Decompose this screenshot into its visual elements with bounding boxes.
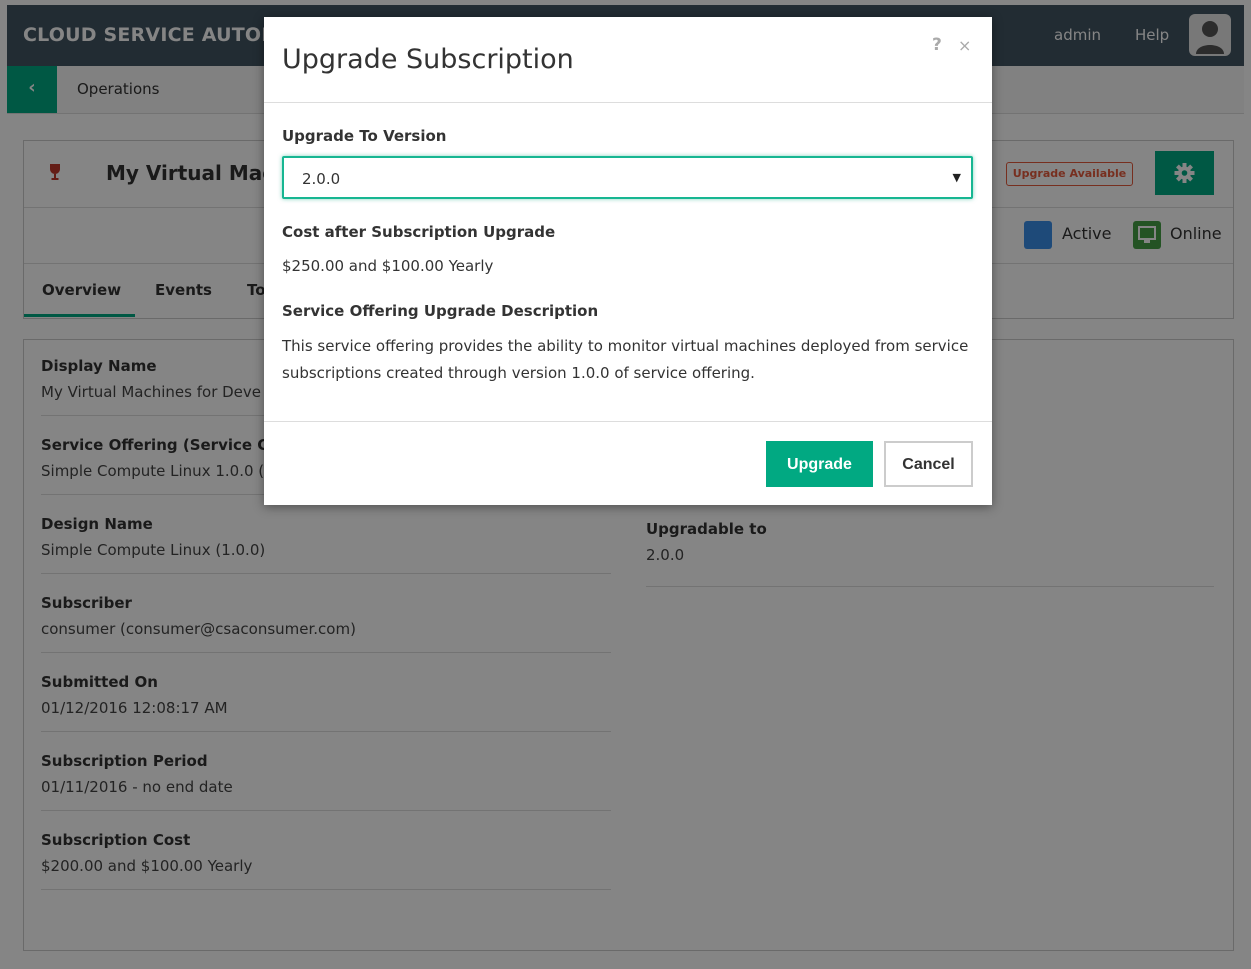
selected-version: 2.0.0 (302, 170, 341, 188)
description-label: Service Offering Upgrade Description (282, 302, 599, 320)
divider (264, 102, 992, 103)
upgrade-subscription-dialog: Upgrade Subscription ? × Upgrade To Vers… (264, 17, 992, 505)
chevron-down-icon: ▼ (952, 171, 961, 184)
cost-value: $250.00 and $100.00 Yearly (282, 257, 494, 275)
description-text: This service offering provides the abili… (282, 337, 969, 382)
version-select[interactable]: 2.0.0 ▼ (282, 156, 973, 199)
divider (264, 421, 992, 422)
cancel-button[interactable]: Cancel (884, 441, 973, 487)
version-label: Upgrade To Version (282, 127, 447, 145)
cost-label: Cost after Subscription Upgrade (282, 223, 556, 241)
help-icon[interactable]: ? (932, 35, 942, 55)
close-icon[interactable]: × (958, 36, 971, 55)
upgrade-button[interactable]: Upgrade (766, 441, 873, 487)
dialog-title: Upgrade Subscription (282, 44, 574, 75)
